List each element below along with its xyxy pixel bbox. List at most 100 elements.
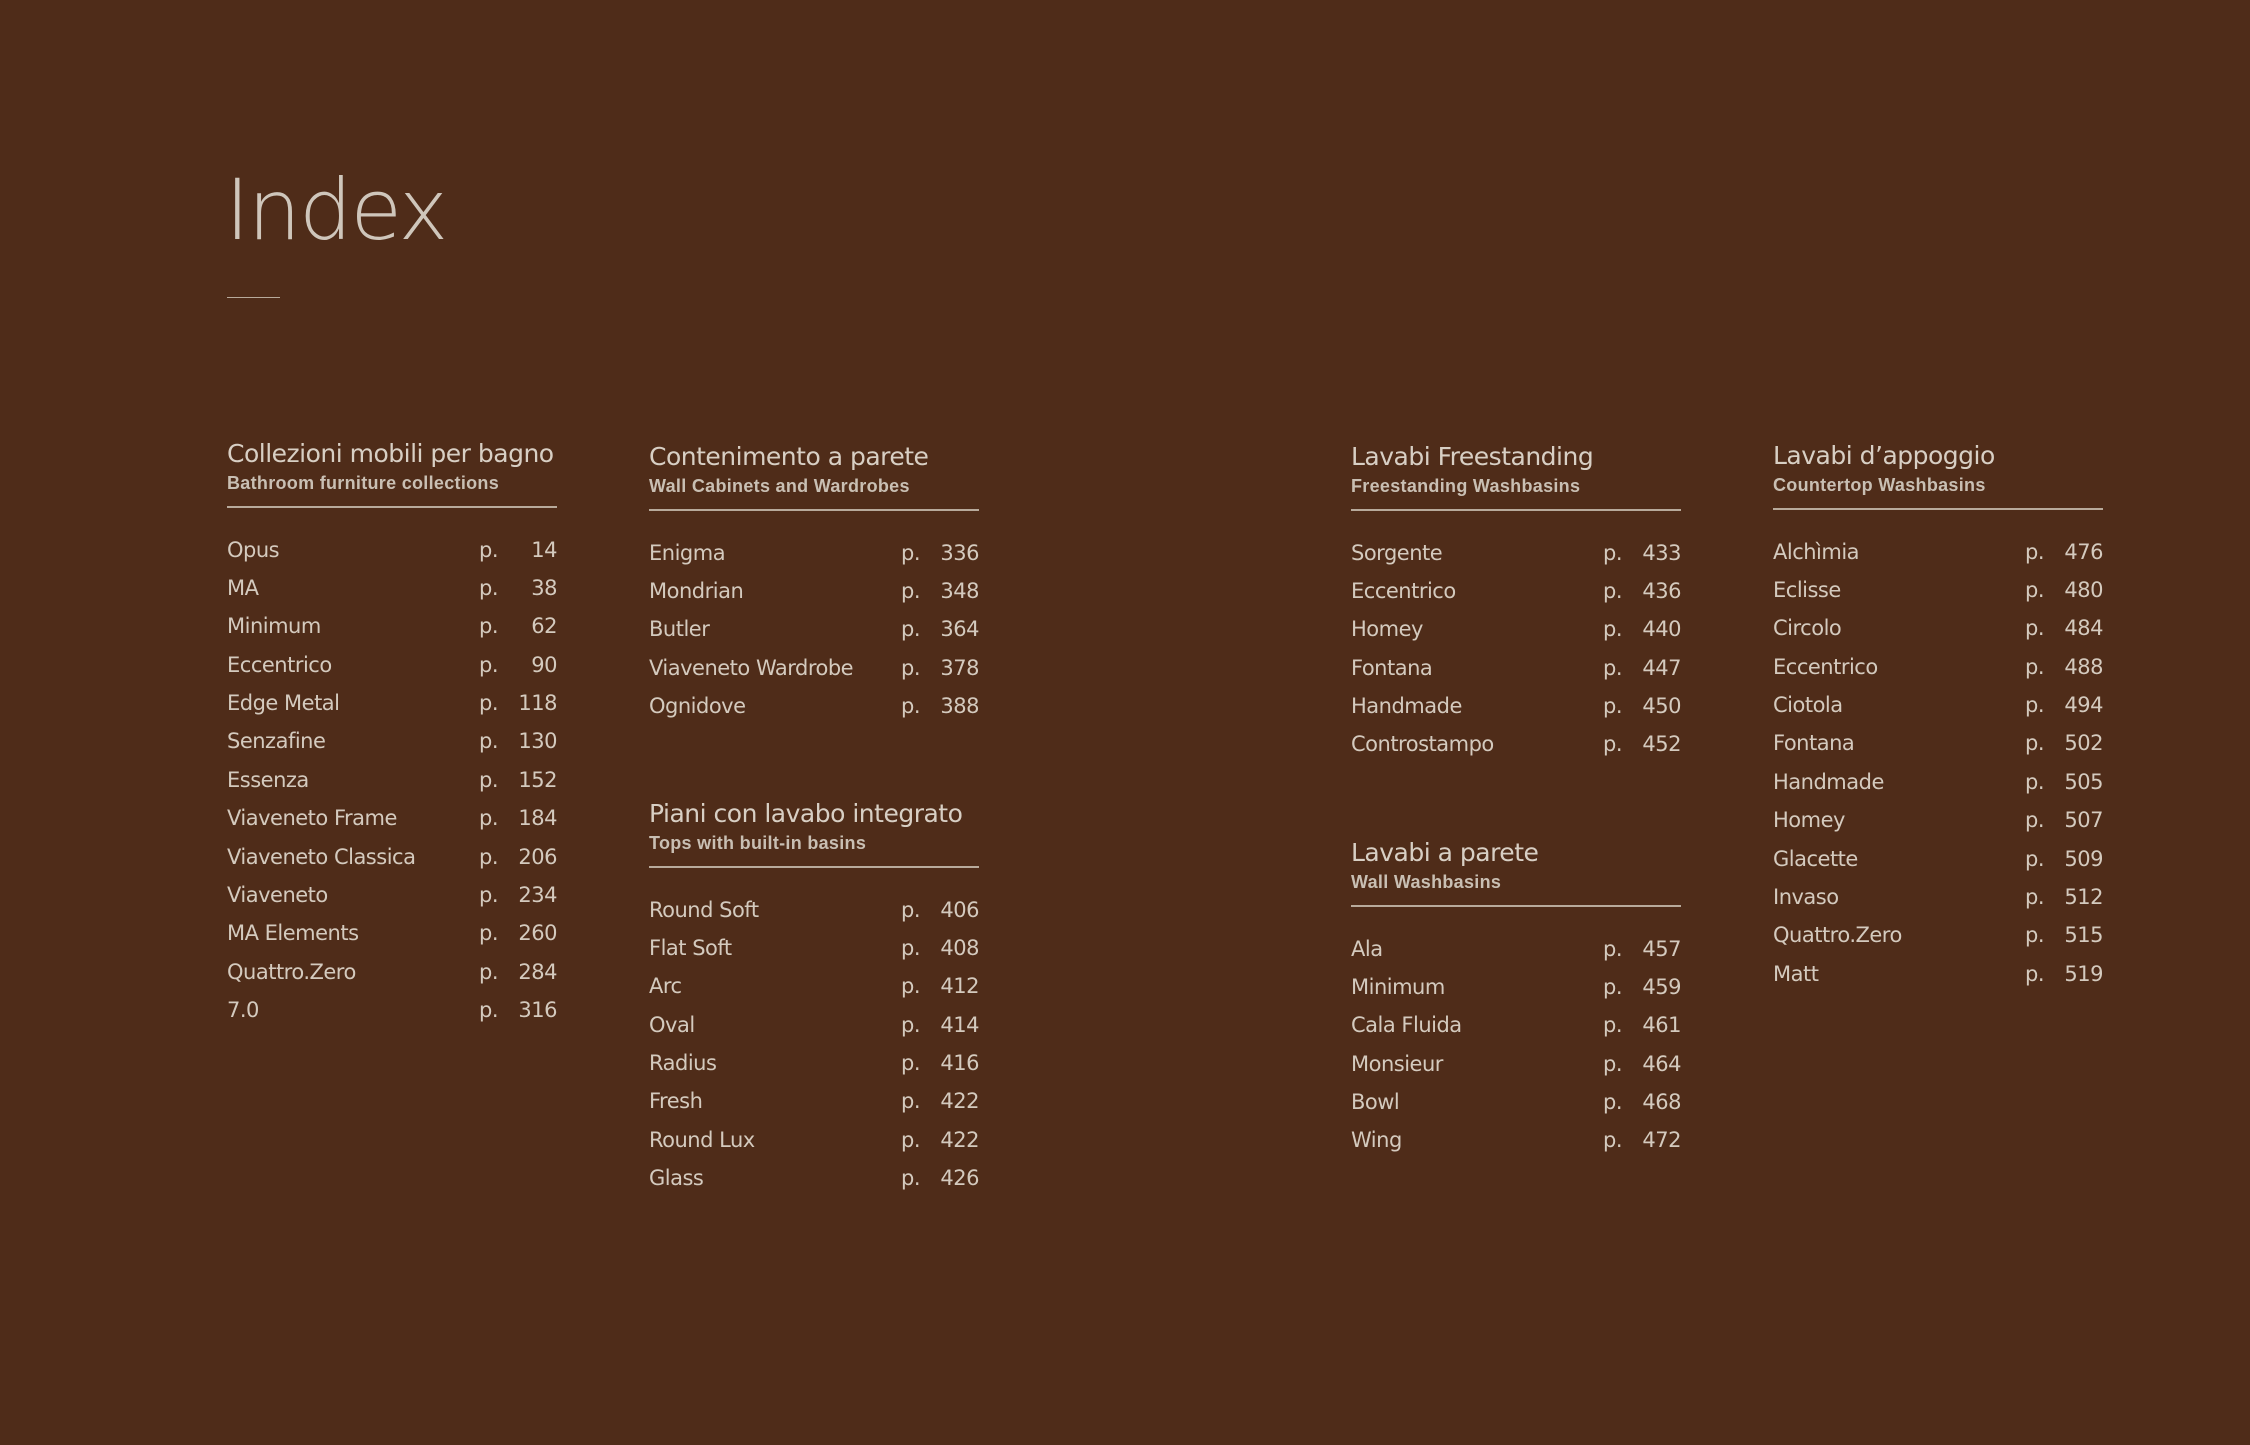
section-subtitle: Bathroom furniture collections [227, 472, 500, 493]
section-subtitle: Tops with built-in basins [649, 832, 867, 853]
entry-page-prefix: p. [901, 540, 921, 565]
entry-page-number: 457 [1642, 936, 1681, 961]
entry-name: Homey [1351, 617, 1423, 642]
index-entry: Homey p. 440 [1351, 617, 1682, 655]
entry-name: Alchìmia [1773, 539, 1860, 564]
entry-page-prefix: p. [901, 1012, 921, 1037]
entry-name: Invaso [1773, 885, 1839, 910]
index-entry: Essenza p. 152 [227, 767, 558, 806]
entry-page-number: 422 [940, 1089, 979, 1114]
entry-page-number: 260 [518, 921, 557, 946]
page-title: Index [225, 161, 448, 259]
index-entry: Radius p. 416 [649, 1051, 980, 1089]
entry-page-prefix: p. [901, 1166, 921, 1191]
entry-page-prefix: p. [2025, 885, 2045, 910]
index-entry: Minimum p. 62 [227, 614, 558, 652]
section-title: Lavabi d’appoggio [1773, 441, 1995, 470]
entry-name: Oval [649, 1012, 695, 1037]
entry-name: Viaveneto Frame [227, 806, 397, 831]
entry-page-prefix: p. [1603, 732, 1623, 757]
section-subtitle: Freestanding Washbasins [1351, 475, 1581, 496]
section-appoggio: Lavabi d’appoggio Countertop Washbasins … [1773, 441, 2104, 1001]
entry-page-number: 62 [531, 614, 557, 639]
index-entry: Oval p. 414 [649, 1012, 980, 1051]
section-title: Collezioni mobili per bagno [227, 439, 554, 468]
entry-page-number: 519 [2064, 961, 2103, 986]
entry-name: Cala Fluida [1351, 1013, 1462, 1038]
entry-name: Minimum [1351, 974, 1445, 999]
entry-name: Controstampo [1351, 732, 1494, 757]
entry-list: Ala p. 457 Minimum p. 459 Cala Fluida p. 461 Mons… [1351, 936, 1682, 1167]
entry-page-number: 378 [940, 655, 979, 680]
title-rule [227, 297, 280, 298]
entry-page-prefix: p. [901, 617, 921, 642]
index-entry: Handmade p. 505 [1773, 769, 2104, 808]
entry-page-number: 284 [518, 959, 557, 984]
entry-page-number: 507 [2064, 808, 2103, 833]
entry-name: Flat Soft [649, 935, 732, 960]
entry-page-prefix: p. [2025, 769, 2045, 794]
entry-page-prefix: p. [901, 694, 921, 719]
entry-name: Eccentrico [1351, 578, 1456, 603]
entry-name: Glass [649, 1166, 704, 1191]
section-title: Lavabi a parete [1351, 838, 1539, 867]
entry-list: Alchìmia p. 476 Eclisse p. 480 Circolo p. 484 Ecc… [1773, 539, 2104, 1001]
entry-page-number: 348 [940, 578, 979, 603]
index-entry: Sorgente p. 433 [1351, 540, 1682, 579]
index-entry: 7.0 p. 316 [227, 998, 558, 1036]
index-entry: Cala Fluida p. 461 [1351, 1013, 1682, 1051]
entry-page-number: 152 [518, 767, 557, 792]
index-entry: Matt p. 519 [1773, 961, 2104, 1000]
entry-page-number: 422 [940, 1127, 979, 1152]
entry-page-number: 414 [940, 1012, 979, 1037]
entry-page-prefix: p. [901, 578, 921, 603]
entry-name: Senzafine [227, 729, 326, 754]
index-entry: Round Lux p. 422 [649, 1127, 980, 1166]
entry-page-prefix: p. [1603, 974, 1623, 999]
index-entry: Arc p. 412 [649, 974, 980, 1012]
entry-name: Viaveneto Wardrobe [649, 655, 854, 680]
entry-name: Monsieur [1351, 1051, 1443, 1076]
entry-page-number: 505 [2064, 769, 2103, 794]
entry-page-prefix: p. [1603, 1090, 1623, 1115]
section-piani: Piani con lavabo integrato Tops with bui… [649, 800, 980, 1205]
entry-page-number: 412 [940, 974, 979, 999]
entry-page-number: 447 [1642, 655, 1681, 680]
entry-page-prefix: p. [479, 844, 499, 869]
entry-page-number: 488 [2064, 654, 2103, 679]
entry-page-number: 388 [940, 694, 979, 719]
entry-name: Enigma [649, 540, 726, 565]
entry-page-number: 433 [1642, 540, 1681, 565]
index-entry: Invaso p. 512 [1773, 885, 2104, 923]
entry-page-prefix: p. [1603, 1128, 1623, 1153]
section-title: Contenimento a parete [649, 442, 929, 471]
entry-page-number: 364 [940, 617, 979, 642]
entry-page-number: 436 [1642, 578, 1681, 603]
entry-name: Sorgente [1351, 540, 1443, 565]
index-entry: Quattro.Zero p. 284 [227, 959, 558, 998]
entry-page-number: 512 [2064, 885, 2103, 910]
section-header: Contenimento a parete Wall Cabinets and … [649, 443, 979, 511]
entry-name: Edge Metal [227, 691, 340, 716]
entry-page-prefix: p. [479, 883, 499, 908]
index-entry: MA Elements p. 260 [227, 921, 558, 959]
entry-page-prefix: p. [479, 729, 499, 754]
index-entry: Round Soft p. 406 [649, 898, 980, 936]
index-entry: Homey p. 507 [1773, 808, 2104, 846]
entry-name: Homey [1773, 808, 1845, 833]
entry-name: Minimum [227, 614, 321, 639]
index-entry: Quattro.Zero p. 515 [1773, 923, 2104, 961]
entry-page-prefix: p. [1603, 617, 1623, 642]
index-entry: Eccentrico p. 90 [227, 652, 558, 691]
entry-page-prefix: p. [1603, 936, 1623, 961]
entry-page-prefix: p. [1603, 578, 1623, 603]
entry-name: Ala [1351, 936, 1383, 961]
entry-page-prefix: p. [479, 652, 499, 677]
entry-page-prefix: p. [479, 806, 499, 831]
entry-name: Matt [1773, 961, 1819, 986]
entry-page-number: 515 [2064, 923, 2103, 948]
entry-page-prefix: p. [2025, 654, 2045, 679]
index-entry: Wing p. 472 [1351, 1128, 1682, 1166]
entry-page-number: 426 [940, 1166, 979, 1191]
section-collezioni: Collezioni mobili per bagno Bathroom fur… [227, 439, 558, 1037]
